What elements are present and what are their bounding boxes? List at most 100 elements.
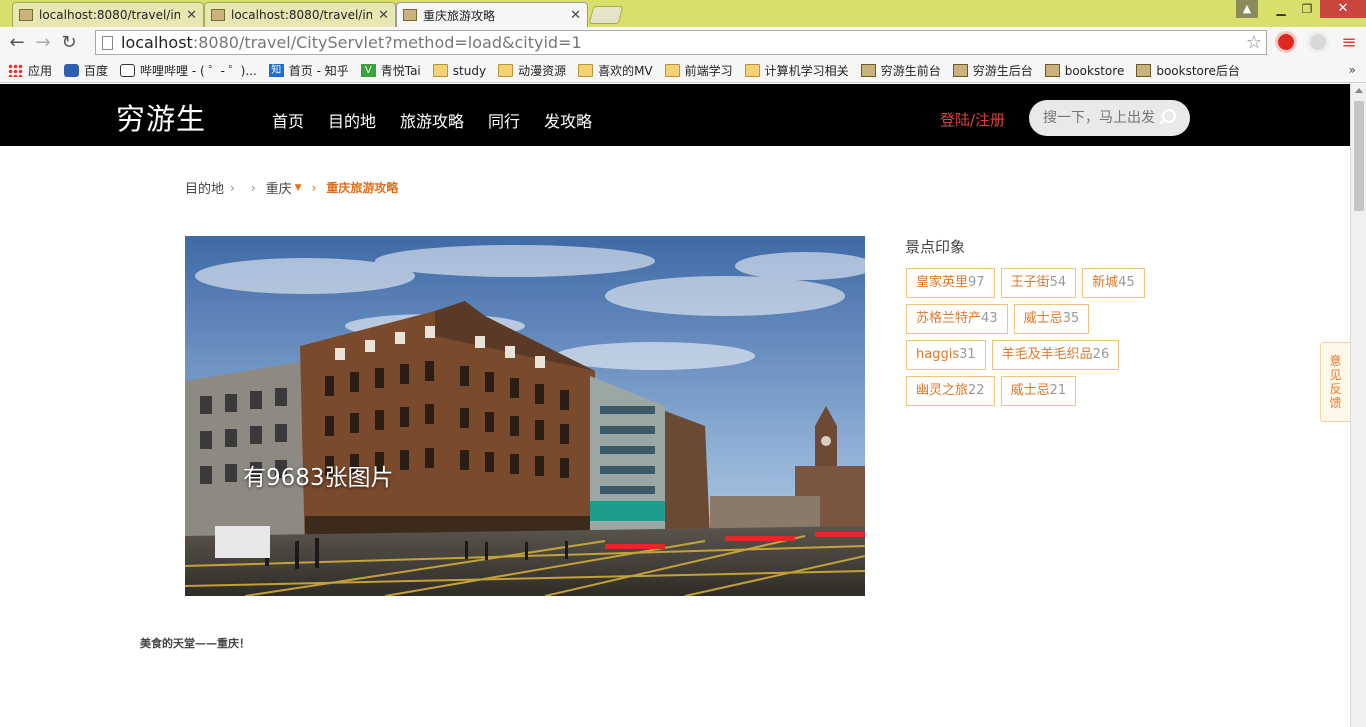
city-intro-text: 美食的天堂——重庆！ bbox=[140, 637, 250, 650]
zhihu-icon: 知 bbox=[268, 64, 284, 77]
minimize-icon[interactable]: ▁ bbox=[1268, 0, 1294, 18]
bilibili-tv-icon bbox=[120, 64, 136, 77]
tag-haggis[interactable]: haggis31 bbox=[906, 340, 986, 370]
nav-companions[interactable]: 同行 bbox=[488, 108, 520, 132]
tag-count: 22 bbox=[968, 383, 985, 398]
tag-count: 45 bbox=[1118, 275, 1135, 290]
breadcrumb-destinations[interactable]: 目的地 bbox=[185, 178, 224, 197]
folder-icon bbox=[664, 64, 680, 77]
tab-title: 重庆旅游攻略 bbox=[423, 8, 496, 23]
search-icon[interactable] bbox=[1162, 109, 1176, 123]
site-search bbox=[1029, 100, 1190, 136]
impressions-title: 景点印象 bbox=[905, 238, 966, 256]
search-input[interactable] bbox=[1043, 110, 1161, 126]
user-icon[interactable]: ▲ bbox=[1236, 0, 1258, 18]
browser-tab-2[interactable]: localhost:8080/travel/in ✕ bbox=[204, 2, 396, 27]
scrollbar-thumb[interactable] bbox=[1354, 101, 1364, 211]
tag-count: 35 bbox=[1062, 311, 1080, 326]
forward-arrow-icon[interactable]: → bbox=[30, 30, 56, 56]
breadcrumb: 目的地 › › 重庆 ▼ › 重庆旅游攻略 bbox=[185, 178, 398, 198]
page-image-icon bbox=[19, 9, 33, 21]
bookmark-bookstore[interactable]: bookstore bbox=[1044, 64, 1124, 78]
window-controls: ▲ ▁ ❐ ✕ bbox=[1236, 0, 1366, 20]
tag-scottish-specialties[interactable]: 苏格兰特产43 bbox=[906, 304, 1008, 334]
city-photo bbox=[185, 236, 865, 596]
browser-tab-1[interactable]: localhost:8080/travel/in ✕ bbox=[12, 2, 204, 27]
tag-name: 羊毛及羊毛织品 bbox=[1001, 347, 1093, 362]
bookmark-folder-study[interactable]: study bbox=[432, 63, 487, 78]
photo-count-text[interactable]: 有9683张图片 bbox=[243, 458, 394, 492]
bookmark-star-icon[interactable]: ☆ bbox=[1246, 32, 1262, 53]
folder-icon bbox=[578, 64, 594, 77]
tag-count: 97 bbox=[968, 275, 985, 290]
login-register-link[interactable]: 登陆/注册 bbox=[940, 109, 1005, 130]
tag-count: 43 bbox=[981, 311, 998, 326]
close-icon[interactable]: ✕ bbox=[186, 8, 197, 23]
tag-name: 新城 bbox=[1092, 275, 1119, 290]
new-tab-button[interactable] bbox=[588, 6, 624, 24]
url-text: localhost:8080/travel/CityServlet?method… bbox=[121, 33, 582, 52]
browser-tab-active[interactable]: 重庆旅游攻略 ✕ bbox=[396, 2, 588, 27]
menu-icon[interactable]: ≡ bbox=[1336, 30, 1362, 56]
tag-count: 54 bbox=[1049, 275, 1067, 290]
feedback-button[interactable]: 意 见 反 馈 bbox=[1320, 342, 1350, 422]
close-icon[interactable]: ✕ bbox=[570, 8, 581, 23]
nav-destinations[interactable]: 目的地 bbox=[328, 108, 376, 132]
back-arrow-icon[interactable]: ← bbox=[4, 30, 30, 56]
page-icon bbox=[102, 35, 113, 50]
main-nav: 首页 目的地 旅游攻略 同行 发攻略 bbox=[272, 108, 616, 132]
bookmark-bookstore-admin[interactable]: bookstore后台 bbox=[1136, 62, 1240, 79]
browser-tab-strip: localhost:8080/travel/in ✕ localhost:808… bbox=[0, 0, 1366, 27]
impressions-tags: 皇家英里97 王子街54 新城45 苏格兰特产43 威士忌35 haggis31… bbox=[906, 268, 1166, 412]
nav-home[interactable]: 首页 bbox=[272, 108, 304, 132]
bookmark-label: study bbox=[452, 63, 487, 78]
tag-count: 21 bbox=[1049, 383, 1067, 398]
page-scrollbar[interactable] bbox=[1350, 84, 1366, 727]
green-v-icon: V bbox=[360, 64, 376, 77]
page-image-icon bbox=[860, 64, 876, 77]
tag-new-town[interactable]: 新城45 bbox=[1082, 268, 1145, 298]
bookmark-bilibili[interactable]: 哔哩哔哩 - ( ゜- ゜)... bbox=[120, 62, 257, 79]
caret-down-icon[interactable]: ▼ bbox=[295, 183, 302, 193]
bookmark-folder-frontend[interactable]: 前端学习 bbox=[664, 62, 733, 79]
tag-count: 31 bbox=[959, 347, 976, 362]
bookmark-label: 哔哩哔哩 - ( ゜- ゜)... bbox=[140, 64, 257, 78]
bookmark-folder-cs[interactable]: 计算机学习相关 bbox=[744, 62, 849, 79]
bookmark-baidu[interactable]: 百度 bbox=[64, 62, 108, 79]
bookmark-label: 青悦Tai bbox=[380, 64, 421, 78]
tag-name: 苏格兰特产 bbox=[916, 311, 982, 326]
tab-title: localhost:8080/travel/in bbox=[231, 8, 373, 22]
bookmark-folder-anime[interactable]: 动漫资源 bbox=[498, 62, 566, 79]
bookmark-apps[interactable]: 应用 bbox=[8, 62, 52, 79]
adblock-extension-icon[interactable] bbox=[1275, 31, 1297, 53]
close-icon[interactable]: ✕ bbox=[378, 8, 389, 23]
bookmark-label: 计算机学习相关 bbox=[764, 64, 849, 78]
folder-icon bbox=[498, 64, 514, 77]
site-logo[interactable]: 穷游生 bbox=[116, 96, 206, 138]
bookmarks-more-icon[interactable]: » bbox=[1349, 63, 1356, 77]
tag-whisky[interactable]: 威士忌35 bbox=[1013, 304, 1090, 334]
bookmark-folder-mv[interactable]: 喜欢的MV bbox=[578, 62, 653, 79]
bookmark-zhihu[interactable]: 知首页 - 知乎 bbox=[268, 62, 349, 79]
tag-wool[interactable]: 羊毛及羊毛织品26 bbox=[991, 340, 1120, 370]
address-bar[interactable]: localhost:8080/travel/CityServlet?method… bbox=[95, 30, 1267, 55]
tag-princes-street[interactable]: 王子街54 bbox=[1000, 268, 1077, 298]
page-image-icon bbox=[1044, 64, 1060, 77]
breadcrumb-city[interactable]: 重庆 bbox=[266, 178, 292, 197]
extension-icon[interactable] bbox=[1307, 31, 1329, 53]
reload-icon[interactable]: ↻ bbox=[56, 30, 82, 56]
bookmark-qyx-front[interactable]: 穷游生前台 bbox=[860, 62, 941, 79]
restore-icon[interactable]: ❐ bbox=[1294, 0, 1320, 18]
feedback-char: 意 bbox=[1329, 354, 1342, 368]
scroll-up-icon[interactable] bbox=[1355, 88, 1363, 93]
nav-post-guide[interactable]: 发攻略 bbox=[544, 108, 592, 132]
tag-royal-mile[interactable]: 皇家英里97 bbox=[906, 268, 995, 298]
nav-guides[interactable]: 旅游攻略 bbox=[400, 108, 464, 132]
bookmark-qingyue[interactable]: V 青悦Tai bbox=[360, 62, 421, 79]
city-hero-image[interactable]: 有9683张图片 bbox=[185, 236, 865, 596]
tag-ghost-tour[interactable]: 幽灵之旅22 bbox=[906, 376, 995, 406]
bookmark-qyx-admin[interactable]: 穷游生后台 bbox=[952, 62, 1033, 79]
tag-whisky-2[interactable]: 威士忌21 bbox=[1000, 376, 1077, 406]
page-image-icon bbox=[403, 9, 417, 21]
window-close-icon[interactable]: ✕ bbox=[1320, 0, 1366, 18]
